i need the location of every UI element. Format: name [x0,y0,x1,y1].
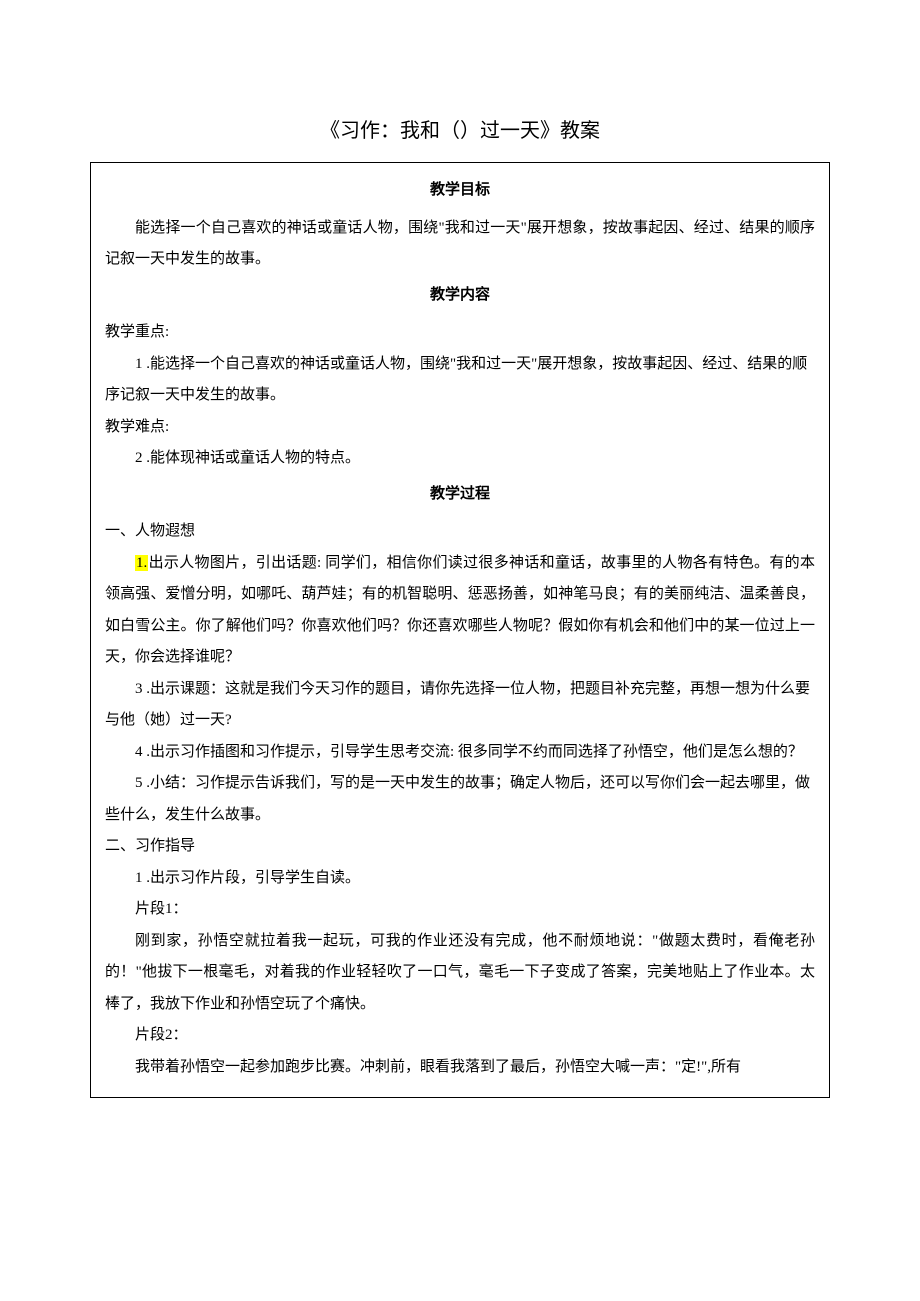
section1-item-1-text: 出示人物图片，引出话题: 同学们，相信你们读过很多神话和童话，故事里的人物各有特… [105,555,815,666]
difficulty-item-2: 2 .能体现神话或童话人物的特点。 [105,443,815,475]
heading-objective: 教学目标 [105,175,815,207]
label-keypoint: 教学重点: [105,317,815,349]
section2-title: 二、习作指导 [105,831,815,863]
highlight-marker: 1. [135,555,148,571]
keypoint-item-1: 1 .能选择一个自己喜欢的神话或童话人物，围绕"我和过一天"展开想象，按故事起因… [105,349,815,412]
objective-text: 能选择一个自己喜欢的神话或童话人物，围绕"我和过一天"展开想象，按故事起因、经过… [105,213,815,276]
section1-item-5: 5 .小结：习作提示告诉我们，写的是一天中发生的故事；确定人物后，还可以写你们会… [105,768,815,831]
heading-process: 教学过程 [105,479,815,511]
fragment1-text: 刚到家，孙悟空就拉着我一起玩，可我的作业还没有完成，他不耐烦地说："做题太费时，… [105,926,815,1021]
section1-item-4: 4 .出示习作插图和习作提示，引导学生思考交流: 很多同学不约而同选择了孙悟空，… [105,737,815,769]
fragment2-text: 我带着孙悟空一起参加跑步比赛。冲刺前，眼看我落到了最后，孙悟空大喊一声："定!"… [105,1052,815,1084]
section1-item-1: 1.出示人物图片，引出话题: 同学们，相信你们读过很多神话和童话，故事里的人物各… [105,548,815,674]
label-difficulty: 教学难点: [105,412,815,444]
section1-title: 一、人物遐想 [105,516,815,548]
section1-item-3: 3 .出示课题：这就是我们今天习作的题目，请你先选择一位人物，把题目补充完整，再… [105,674,815,737]
heading-content: 教学内容 [105,280,815,312]
fragment2-label: 片段2： [105,1020,815,1052]
lesson-plan-box: 教学目标 能选择一个自己喜欢的神话或童话人物，围绕"我和过一天"展开想象，按故事… [90,162,830,1098]
fragment1-label: 片段1： [105,894,815,926]
document-title: 《习作：我和（）过一天》教案 [90,110,830,152]
section2-item-1: 1 .出示习作片段，引导学生自读。 [105,863,815,895]
